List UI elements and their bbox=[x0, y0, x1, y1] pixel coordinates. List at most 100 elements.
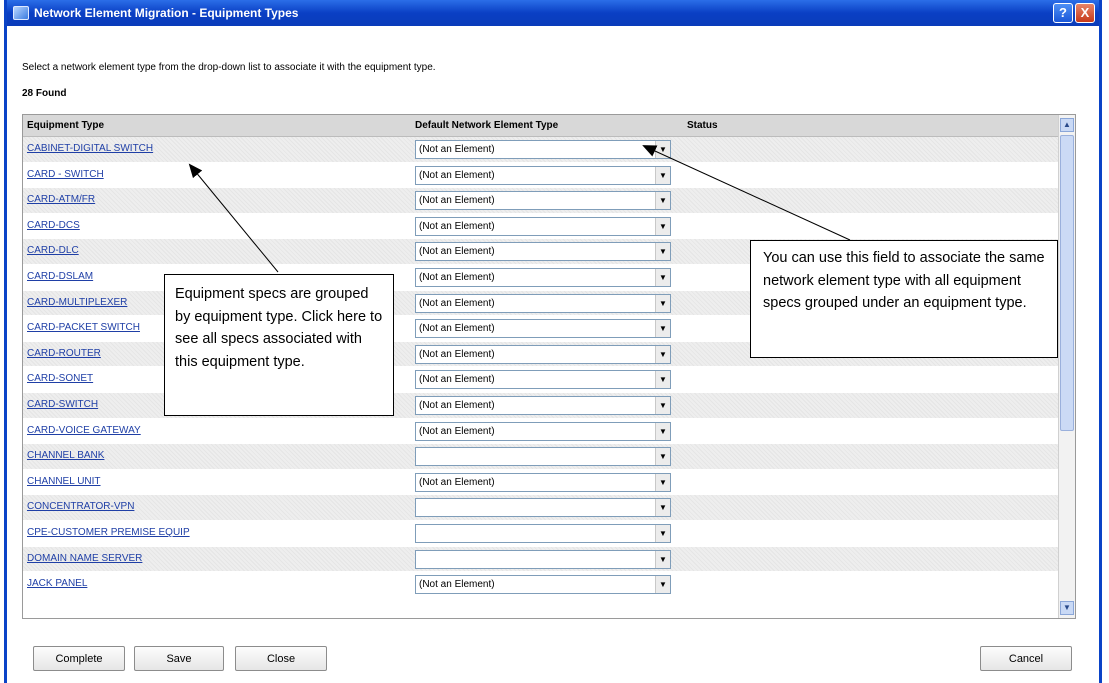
chevron-down-icon[interactable]: ▼ bbox=[655, 524, 670, 542]
equipment-type-link[interactable]: CARD - SWITCH bbox=[27, 169, 104, 180]
network-element-type-dropdown[interactable]: (Not an Element) ▼ bbox=[415, 319, 671, 339]
dropdown-value: (Not an Element) bbox=[419, 476, 495, 488]
scroll-thumb[interactable] bbox=[1060, 135, 1074, 431]
chevron-down-icon[interactable]: ▼ bbox=[655, 371, 670, 389]
equipment-type-link[interactable]: CARD-DSLAM bbox=[27, 271, 93, 282]
dropdown-value: (Not an Element) bbox=[419, 348, 495, 360]
network-element-type-dropdown[interactable]: (Not an Element) ▼ bbox=[415, 216, 671, 236]
network-element-type-dropdown[interactable]: ▼ bbox=[415, 523, 671, 543]
table-row: CHANNEL UNIT (Not an Element) ▼ bbox=[23, 470, 1059, 496]
equipment-type-link[interactable]: CARD-SONET bbox=[27, 373, 93, 384]
dropdown-value: (Not an Element) bbox=[419, 399, 495, 411]
dropdown-value: (Not an Element) bbox=[419, 220, 495, 232]
table-row: CARD-VOICE GATEWAY (Not an Element) ▼ bbox=[23, 419, 1059, 445]
network-element-type-dropdown[interactable]: (Not an Element) ▼ bbox=[415, 370, 671, 390]
equipment-type-link[interactable]: CONCENTRATOR-VPN bbox=[27, 501, 134, 512]
equipment-type-link[interactable]: CARD-ATM/FR bbox=[27, 194, 95, 205]
network-element-type-dropdown[interactable]: (Not an Element) ▼ bbox=[415, 472, 671, 492]
dropdown-value: (Not an Element) bbox=[419, 195, 495, 207]
chevron-down-icon[interactable]: ▼ bbox=[655, 217, 670, 235]
close-button[interactable]: Close bbox=[235, 646, 327, 671]
dropdown-value: (Not an Element) bbox=[419, 579, 495, 591]
network-element-type-dropdown[interactable]: ▼ bbox=[415, 447, 671, 467]
network-element-type-dropdown[interactable]: ▼ bbox=[415, 498, 671, 518]
equipment-type-link[interactable]: JACK PANEL bbox=[27, 578, 87, 589]
chevron-down-icon[interactable]: ▼ bbox=[655, 473, 670, 491]
equipment-type-link[interactable]: CABINET-DIGITAL SWITCH bbox=[27, 143, 153, 154]
chevron-down-icon[interactable]: ▼ bbox=[655, 141, 670, 158]
network-element-type-dropdown[interactable]: (Not an Element) ▼ bbox=[415, 165, 671, 185]
save-button[interactable]: Save bbox=[134, 646, 224, 671]
table-row: CPE-CUSTOMER PREMISE EQUIP ▼ bbox=[23, 521, 1059, 547]
callout-network-element-field: You can use this field to associate the … bbox=[750, 240, 1058, 358]
dropdown-value: (Not an Element) bbox=[419, 271, 495, 283]
table-row: CARD - SWITCH (Not an Element) ▼ bbox=[23, 163, 1059, 189]
dropdown-value: (Not an Element) bbox=[419, 144, 495, 155]
network-element-type-dropdown[interactable]: (Not an Element) ▼ bbox=[415, 242, 671, 262]
instruction-text: Select a network element type from the d… bbox=[22, 62, 436, 73]
network-element-type-dropdown[interactable]: (Not an Element) ▼ bbox=[415, 140, 671, 159]
header-default-network-element-type: Default Network Element Type bbox=[415, 120, 559, 131]
title-buttons: ? X bbox=[1053, 3, 1095, 23]
equipment-type-link[interactable]: CARD-PACKET SWITCH bbox=[27, 322, 140, 333]
table-row: CONCENTRATOR-VPN ▼ bbox=[23, 495, 1059, 521]
equipment-type-link[interactable]: CARD-ROUTER bbox=[27, 348, 101, 359]
equipment-type-link[interactable]: DOMAIN NAME SERVER bbox=[27, 553, 142, 564]
equipment-type-link[interactable]: CARD-VOICE GATEWAY bbox=[27, 425, 141, 436]
network-element-type-dropdown[interactable]: (Not an Element) ▼ bbox=[415, 267, 671, 287]
chevron-down-icon[interactable]: ▼ bbox=[655, 550, 670, 568]
equipment-type-link[interactable]: CARD-SWITCH bbox=[27, 399, 98, 410]
cancel-button[interactable]: Cancel bbox=[980, 646, 1072, 671]
chevron-down-icon[interactable]: ▼ bbox=[655, 192, 670, 210]
dropdown-value: (Not an Element) bbox=[419, 374, 495, 386]
equipment-type-link[interactable]: CHANNEL UNIT bbox=[27, 476, 101, 487]
chevron-down-icon[interactable]: ▼ bbox=[655, 499, 670, 517]
app-icon bbox=[13, 6, 29, 20]
table-row: CARD-ATM/FR (Not an Element) ▼ bbox=[23, 188, 1059, 214]
scroll-down-icon[interactable]: ▼ bbox=[1060, 601, 1074, 615]
network-element-type-dropdown[interactable]: (Not an Element) ▼ bbox=[415, 293, 671, 313]
network-element-type-dropdown[interactable]: (Not an Element) ▼ bbox=[415, 344, 671, 364]
dropdown-value: (Not an Element) bbox=[419, 425, 495, 437]
scroll-up-icon[interactable]: ▲ bbox=[1060, 118, 1074, 132]
chevron-down-icon[interactable]: ▼ bbox=[655, 345, 670, 363]
equipment-type-link[interactable]: CPE-CUSTOMER PREMISE EQUIP bbox=[27, 527, 190, 538]
chevron-down-icon[interactable]: ▼ bbox=[655, 448, 670, 466]
table-row: JACK PANEL (Not an Element) ▼ bbox=[23, 572, 1059, 598]
table-row: CHANNEL BANK ▼ bbox=[23, 444, 1059, 470]
network-element-type-dropdown[interactable]: (Not an Element) ▼ bbox=[415, 575, 671, 595]
network-element-type-dropdown[interactable]: (Not an Element) ▼ bbox=[415, 421, 671, 441]
complete-button[interactable]: Complete bbox=[33, 646, 125, 671]
title-bar[interactable]: Network Element Migration - Equipment Ty… bbox=[7, 0, 1099, 26]
chevron-down-icon[interactable]: ▼ bbox=[655, 396, 670, 414]
grid-header: Equipment Type Default Network Element T… bbox=[23, 115, 1059, 137]
found-count: 28 Found bbox=[22, 88, 67, 99]
equipment-type-link[interactable]: CARD-MULTIPLEXER bbox=[27, 297, 127, 308]
chevron-down-icon[interactable]: ▼ bbox=[655, 166, 670, 184]
table-row: CARD-DCS (Not an Element) ▼ bbox=[23, 214, 1059, 240]
equipment-type-link[interactable]: CARD-DCS bbox=[27, 220, 80, 231]
network-element-type-dropdown[interactable]: (Not an Element) ▼ bbox=[415, 395, 671, 415]
dropdown-value: (Not an Element) bbox=[419, 246, 495, 258]
network-element-type-dropdown[interactable]: ▼ bbox=[415, 549, 671, 569]
table-row: DOMAIN NAME SERVER ▼ bbox=[23, 546, 1059, 573]
vertical-scrollbar[interactable]: ▲ ▼ bbox=[1058, 115, 1075, 618]
chevron-down-icon[interactable]: ▼ bbox=[655, 268, 670, 286]
chevron-down-icon[interactable]: ▼ bbox=[655, 243, 670, 261]
dropdown-value: (Not an Element) bbox=[419, 297, 495, 309]
header-status: Status bbox=[687, 120, 718, 131]
chevron-down-icon[interactable]: ▼ bbox=[655, 320, 670, 338]
dropdown-value: (Not an Element) bbox=[419, 169, 495, 181]
header-equipment-type: Equipment Type bbox=[27, 120, 105, 131]
equipment-type-link[interactable]: CARD-DLC bbox=[27, 245, 79, 256]
chevron-down-icon[interactable]: ▼ bbox=[655, 422, 670, 440]
table-row: CABINET-DIGITAL SWITCH (Not an Element) ▼ bbox=[23, 137, 1059, 163]
help-button[interactable]: ? bbox=[1053, 3, 1073, 23]
network-element-type-dropdown[interactable]: (Not an Element) ▼ bbox=[415, 191, 671, 211]
equipment-type-link[interactable]: CHANNEL BANK bbox=[27, 450, 104, 461]
dropdown-value: (Not an Element) bbox=[419, 323, 495, 335]
chevron-down-icon[interactable]: ▼ bbox=[655, 294, 670, 312]
close-window-button[interactable]: X bbox=[1075, 3, 1095, 23]
callout-equipment-specs: Equipment specs are grouped by equipment… bbox=[164, 274, 394, 416]
chevron-down-icon[interactable]: ▼ bbox=[655, 576, 670, 594]
